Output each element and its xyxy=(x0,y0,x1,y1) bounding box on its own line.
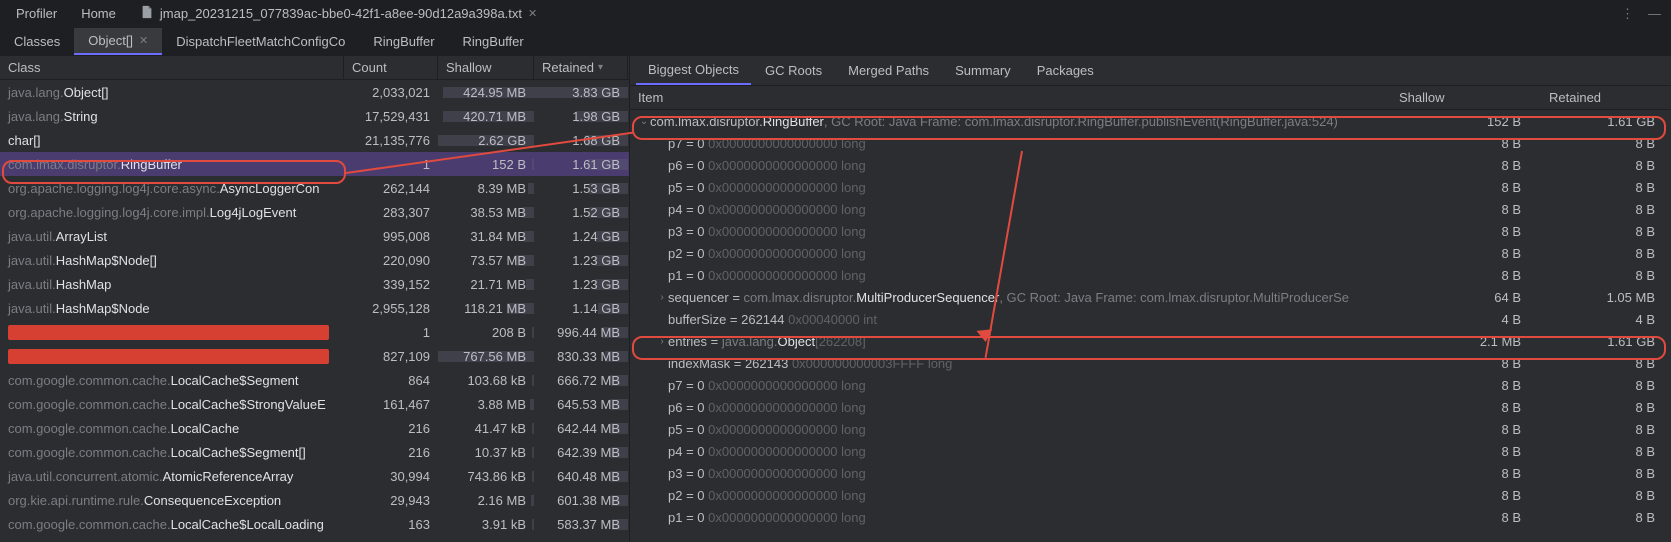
top-tab-bar: Profiler Home jmap_20231215_077839ac-bbe… xyxy=(0,0,1671,28)
tree-row[interactable]: indexMask = 262143 0x000000000003FFFF lo… xyxy=(630,352,1671,374)
tree-row[interactable]: ⌄com.lmax.disruptor.RingBuffer, GC Root:… xyxy=(630,110,1671,132)
th-shallow[interactable]: Shallow xyxy=(1391,86,1541,109)
close-icon[interactable]: ✕ xyxy=(139,34,148,47)
tab-file[interactable]: jmap_20231215_077839ac-bbe0-42f1-a8ee-90… xyxy=(128,0,549,27)
redacted-class xyxy=(8,325,329,340)
more-icon[interactable]: ⋮ xyxy=(1621,6,1634,22)
sub-tab-dispatchfleetmatchconfigco[interactable]: DispatchFleetMatchConfigCo xyxy=(162,29,359,54)
th-item[interactable]: Item xyxy=(630,86,1391,109)
sub-tab-ringbuffer[interactable]: RingBuffer xyxy=(359,29,448,54)
class-row[interactable]: java.util.HashMap$Node2,955,128118.21 MB… xyxy=(0,296,629,320)
col-class[interactable]: Class xyxy=(0,56,344,79)
class-row[interactable]: com.google.common.cache.LocalCache$Segme… xyxy=(0,368,629,392)
object-tab-packages[interactable]: Packages xyxy=(1025,57,1106,84)
class-row[interactable]: java.util.concurrent.atomic.AtomicRefere… xyxy=(0,464,629,488)
object-pane: Biggest ObjectsGC RootsMerged PathsSumma… xyxy=(630,56,1671,542)
sub-tab-bar: ClassesObject[]✕DispatchFleetMatchConfig… xyxy=(0,28,1671,56)
class-row[interactable]: java.lang.String17,529,431420.71 MB1.98 … xyxy=(0,104,629,128)
tree-row[interactable]: p3 = 0 0x0000000000000000 long8 B8 B xyxy=(630,220,1671,242)
sub-tab-object[][interactable]: Object[]✕ xyxy=(74,28,162,55)
class-row[interactable]: 1208 B996.44 MB xyxy=(0,320,629,344)
tree-row[interactable]: p6 = 0 0x0000000000000000 long8 B8 B xyxy=(630,154,1671,176)
th-retained[interactable]: Retained xyxy=(1541,86,1671,109)
class-row[interactable]: java.util.ArrayList995,00831.84 MB1.24 G… xyxy=(0,224,629,248)
tree-row[interactable]: p3 = 0 0x0000000000000000 long8 B8 B xyxy=(630,462,1671,484)
col-retained[interactable]: Retained xyxy=(534,56,628,79)
tree-row[interactable]: p1 = 0 0x0000000000000000 long8 B8 B xyxy=(630,264,1671,286)
minimize-icon[interactable]: — xyxy=(1648,6,1661,22)
tree-row[interactable]: p4 = 0 0x0000000000000000 long8 B8 B xyxy=(630,440,1671,462)
col-count[interactable]: Count xyxy=(344,56,438,79)
tree-row[interactable]: p1 = 0 0x0000000000000000 long8 B8 B xyxy=(630,506,1671,528)
tree-row[interactable]: p7 = 0 0x0000000000000000 long8 B8 B xyxy=(630,132,1671,154)
tree-header: Item Shallow Retained xyxy=(630,86,1671,110)
sub-tab-classes[interactable]: Classes xyxy=(0,29,74,54)
close-icon[interactable]: ✕ xyxy=(528,7,537,20)
tree-row[interactable]: p2 = 0 0x0000000000000000 long8 B8 B xyxy=(630,484,1671,506)
tree-row[interactable]: p7 = 0 0x0000000000000000 long8 B8 B xyxy=(630,374,1671,396)
tree-row[interactable]: p4 = 0 0x0000000000000000 long8 B8 B xyxy=(630,198,1671,220)
tree-row[interactable]: bufferSize = 262144 0x00040000 int4 B4 B xyxy=(630,308,1671,330)
class-row[interactable]: java.lang.Object[]2,033,021424.95 MB3.83… xyxy=(0,80,629,104)
object-tab-bar: Biggest ObjectsGC RootsMerged PathsSumma… xyxy=(630,56,1671,86)
class-table-header: Class Count Shallow Retained xyxy=(0,56,629,80)
file-name: jmap_20231215_077839ac-bbe0-42f1-a8ee-90… xyxy=(160,6,522,21)
object-tab-gc-roots[interactable]: GC Roots xyxy=(753,57,834,84)
chevron-icon[interactable]: › xyxy=(656,292,668,303)
chevron-icon[interactable]: › xyxy=(656,336,668,347)
col-shallow[interactable]: Shallow xyxy=(438,56,534,79)
annotation-arrowhead-2 xyxy=(976,329,993,343)
class-row[interactable]: com.google.common.cache.LocalCache21641.… xyxy=(0,416,629,440)
redacted-class xyxy=(8,349,329,364)
class-row[interactable]: org.kie.api.runtime.rule.ConsequenceExce… xyxy=(0,488,629,512)
class-row[interactable]: org.apache.logging.log4j.core.async.Asyn… xyxy=(0,176,629,200)
class-table: Class Count Shallow Retained java.lang.O… xyxy=(0,56,630,542)
object-tab-biggest-objects[interactable]: Biggest Objects xyxy=(636,56,751,85)
file-icon xyxy=(140,5,154,22)
object-tab-summary[interactable]: Summary xyxy=(943,57,1023,84)
class-row[interactable]: java.util.HashMap$Node[]220,09073.57 MB1… xyxy=(0,248,629,272)
sub-tab-ringbuffer[interactable]: RingBuffer xyxy=(449,29,538,54)
tree-row[interactable]: p5 = 0 0x0000000000000000 long8 B8 B xyxy=(630,418,1671,440)
tab-profiler[interactable]: Profiler xyxy=(4,0,69,27)
class-row[interactable]: com.google.common.cache.LocalCache$Segme… xyxy=(0,440,629,464)
tree-row[interactable]: p5 = 0 0x0000000000000000 long8 B8 B xyxy=(630,176,1671,198)
class-row[interactable]: java.util.HashMap339,15221.71 MB1.23 GB xyxy=(0,272,629,296)
class-row[interactable]: com.google.common.cache.LocalCache$Stron… xyxy=(0,392,629,416)
class-row[interactable]: com.lmax.disruptor.RingBuffer1152 B1.61 … xyxy=(0,152,629,176)
class-row[interactable]: 827,109767.56 MB830.33 MB xyxy=(0,344,629,368)
tree-row[interactable]: p6 = 0 0x0000000000000000 long8 B8 B xyxy=(630,396,1671,418)
tree-row[interactable]: ›sequencer = com.lmax.disruptor.MultiPro… xyxy=(630,286,1671,308)
tree-row[interactable]: p2 = 0 0x0000000000000000 long8 B8 B xyxy=(630,242,1671,264)
tree-row[interactable]: ›entries = java.lang.Object[262208]2.1 M… xyxy=(630,330,1671,352)
class-row[interactable]: org.apache.logging.log4j.core.impl.Log4j… xyxy=(0,200,629,224)
class-row[interactable]: com.google.common.cache.LocalCache$Local… xyxy=(0,512,629,536)
object-tab-merged-paths[interactable]: Merged Paths xyxy=(836,57,941,84)
class-row[interactable]: char[]21,135,7762.62 GB1.68 GB xyxy=(0,128,629,152)
chevron-icon[interactable]: ⌄ xyxy=(638,116,650,127)
tab-home[interactable]: Home xyxy=(69,0,128,27)
